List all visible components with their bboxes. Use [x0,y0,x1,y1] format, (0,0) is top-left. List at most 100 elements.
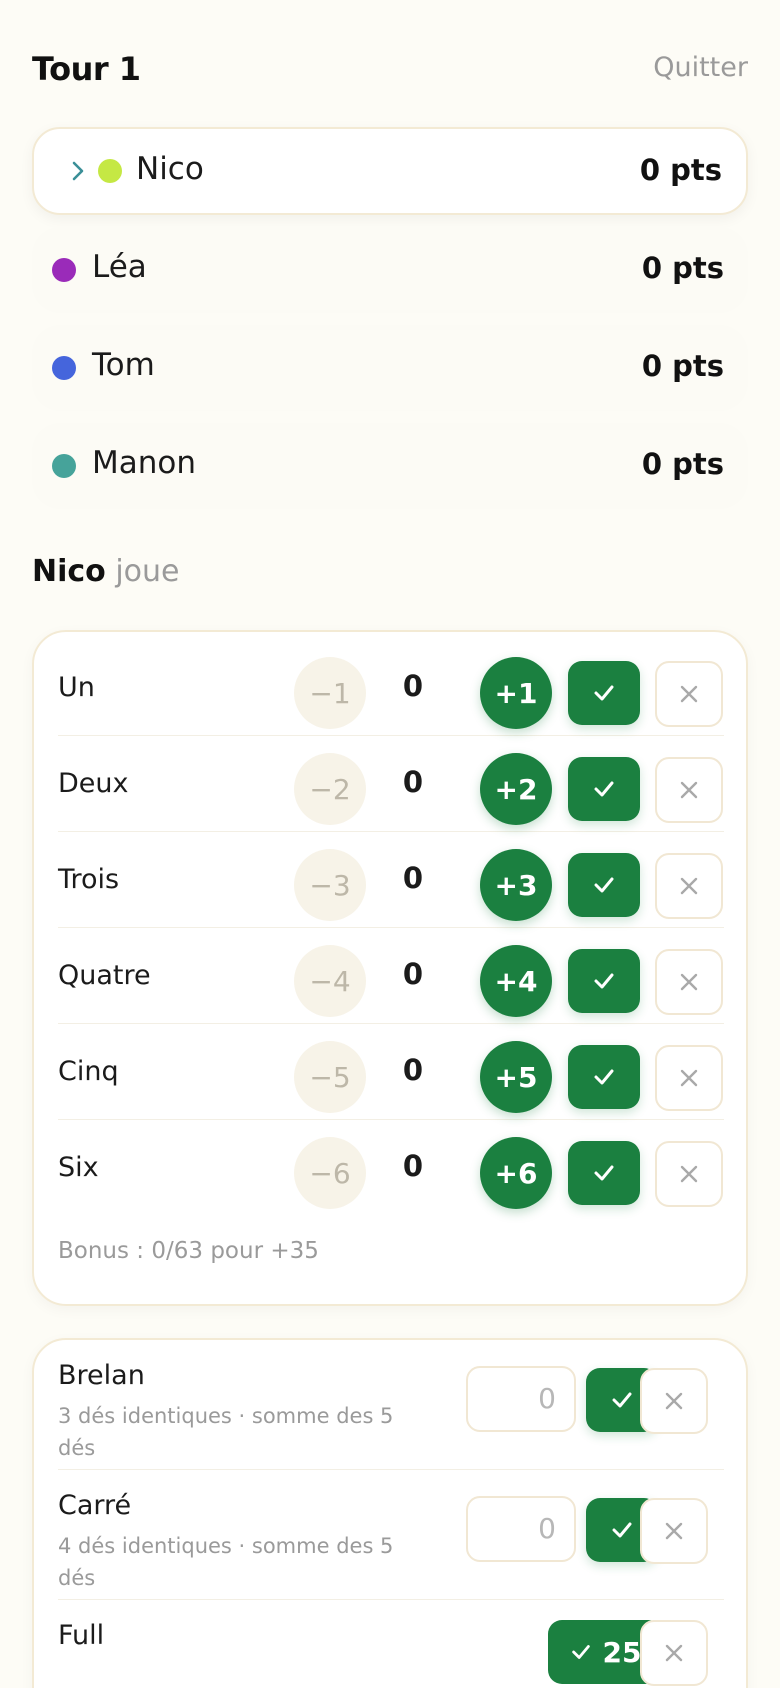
confirm-button[interactable] [568,949,640,1013]
chevron-right-icon [72,161,84,181]
player-row-nico[interactable]: Nico 0 pts [32,127,748,215]
decrement-button[interactable]: −3 [294,849,366,921]
check-icon [594,1069,614,1085]
close-icon [680,1165,698,1183]
cross-out-button[interactable] [655,757,723,823]
player-row-lea[interactable]: Léa 0 pts [32,227,748,313]
increment-button[interactable]: +5 [480,1041,552,1113]
confirm-button[interactable] [568,757,640,821]
lower-section-card: Brelan 3 dés identiques · somme des 5 dé… [32,1338,748,1688]
player-row-tom[interactable]: Tom 0 pts [32,325,748,411]
player-color-dot [52,258,76,282]
row-value: 0 [402,957,424,991]
player-points: 0 pts [641,349,724,383]
row-value: 0 [402,765,424,799]
check-icon [612,1392,632,1408]
turn-indicator: Nico joue [32,554,180,589]
bonus-progress: Bonus : 0/63 pour +35 [58,1238,319,1264]
check-icon [594,973,614,989]
player-list: Nico 0 pts Léa 0 pts Tom 0 pts Manon 0 p… [32,127,748,521]
player-name: Tom [92,347,155,383]
player-points: 0 pts [639,153,722,187]
increment-button[interactable]: +6 [480,1137,552,1209]
row-description: 3 dés identiques · somme des 5 dés [58,1404,394,1460]
cross-out-button[interactable] [640,1368,708,1434]
score-row-cinq: Cinq −5 0 +5 [58,1024,724,1120]
cross-out-button[interactable] [655,853,723,919]
close-icon [665,1392,683,1410]
row-label: Un [58,672,95,703]
row-label: Trois [58,864,120,895]
row-description: 4 dés identiques · somme des 5 dés [58,1534,394,1590]
quit-button[interactable]: Quitter [653,52,748,83]
increment-button[interactable]: +3 [480,849,552,921]
row-label: Full [58,1620,105,1651]
current-player-name: Nico [32,554,106,589]
header: Tour 1 Quitter [32,46,748,94]
row-value: 0 [402,861,424,895]
cross-out-button[interactable] [655,661,723,727]
close-icon [680,973,698,991]
row-value: 0 [402,1149,424,1183]
score-row-six: Six −6 0 +6 [58,1120,724,1216]
row-label: Deux [58,768,129,799]
confirm-button[interactable] [568,661,640,725]
score-row-carre: Carré 4 dés identiques · somme des 5 dés… [58,1470,724,1600]
cross-out-button[interactable] [655,949,723,1015]
player-color-dot [98,159,122,183]
score-row-full: Full 25 [58,1600,724,1688]
score-row-un: Un −1 0 +1 [58,640,724,736]
check-icon [594,877,614,893]
row-value: 0 [402,1053,424,1087]
decrement-button[interactable]: −5 [294,1041,366,1113]
turn-verb: joue [115,554,180,589]
player-name: Manon [92,445,197,481]
row-label: Quatre [58,960,151,991]
player-color-dot [52,356,76,380]
player-color-dot [52,454,76,478]
cross-out-button[interactable] [640,1498,708,1564]
player-row-manon[interactable]: Manon 0 pts [32,423,748,509]
fixed-score-value: 25 [602,1635,642,1669]
row-label: Carré [58,1490,132,1521]
score-row-brelan: Brelan 3 dés identiques · somme des 5 dé… [58,1340,724,1470]
increment-button[interactable]: +2 [480,753,552,825]
player-points: 0 pts [641,251,724,285]
check-icon [594,685,614,701]
player-points: 0 pts [641,447,724,481]
confirm-button[interactable] [568,1045,640,1109]
player-name: Nico [136,151,204,187]
close-icon [665,1644,683,1662]
close-icon [680,781,698,799]
decrement-button[interactable]: −2 [294,753,366,825]
score-row-deux: Deux −2 0 +2 [58,736,724,832]
row-label: Six [58,1152,99,1183]
score-input[interactable]: 0 [466,1496,576,1562]
decrement-button[interactable]: −6 [294,1137,366,1209]
close-icon [680,1069,698,1087]
round-title: Tour 1 [32,50,141,88]
decrement-button[interactable]: −4 [294,945,366,1017]
score-row-quatre: Quatre −4 0 +4 [58,928,724,1024]
confirm-button[interactable] [568,853,640,917]
cross-out-button[interactable] [640,1620,708,1686]
player-name: Léa [92,249,147,285]
close-icon [680,877,698,895]
row-label: Brelan [58,1360,145,1391]
upper-section-card: Un −1 0 +1 Deux −2 0 +2 Trois −3 0 +3 Qu… [32,630,748,1306]
increment-button[interactable]: +1 [480,657,552,729]
close-icon [680,685,698,703]
score-row-trois: Trois −3 0 +3 [58,832,724,928]
close-icon [665,1522,683,1540]
decrement-button[interactable]: −1 [294,657,366,729]
row-label: Cinq [58,1056,119,1087]
check-icon [594,1165,614,1181]
check-icon [612,1522,632,1538]
confirm-button[interactable] [568,1141,640,1205]
increment-button[interactable]: +4 [480,945,552,1017]
score-input[interactable]: 0 [466,1366,576,1432]
cross-out-button[interactable] [655,1045,723,1111]
cross-out-button[interactable] [655,1141,723,1207]
check-icon [594,781,614,797]
check-icon [571,1645,590,1659]
